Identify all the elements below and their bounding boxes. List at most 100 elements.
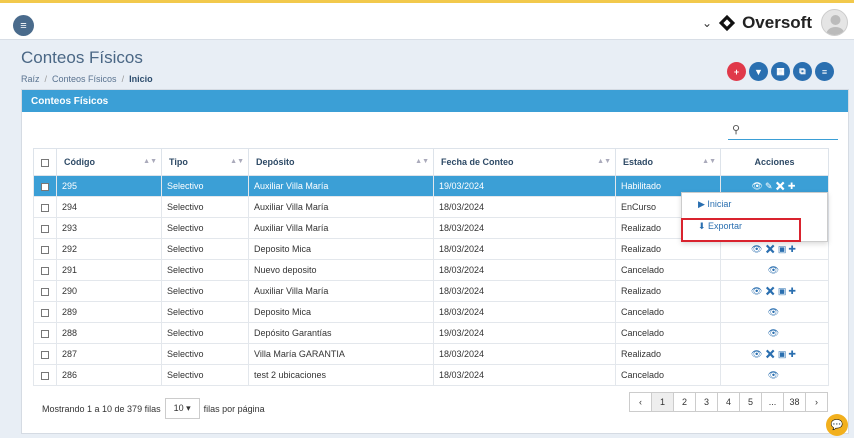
cell-fecha: 18/03/2024: [433, 217, 616, 239]
page-button[interactable]: 5: [739, 392, 762, 412]
cell-tipo: Selectivo: [161, 322, 249, 344]
page-size-select[interactable]: 10 ▾: [164, 398, 200, 419]
main-panel: Conteos Físicos ⚲ Código ▲▼ Tipo ▲▼ Depósi…: [21, 89, 849, 434]
cell-codigo: 294: [56, 196, 162, 218]
col-deposito[interactable]: Depósito ▲▼: [248, 148, 434, 176]
cell-acciones[interactable]: 👁✖▣✚: [720, 280, 829, 302]
row-checkbox[interactable]: [33, 196, 57, 218]
showing-text: Mostrando 1 a 10 de 379 filas: [42, 403, 161, 414]
cell-acciones[interactable]: 👁✖▣✚: [720, 343, 829, 365]
page-button[interactable]: ›: [805, 392, 828, 412]
table-header-row: Código ▲▼ Tipo ▲▼ Depósito ▲▼ Fecha de Cont…: [33, 148, 829, 176]
cell-codigo: 288: [56, 322, 162, 344]
sort-icon: ▲▼: [597, 158, 611, 165]
cell-deposito: Auxiliar Villa María: [248, 217, 434, 239]
cell-estado: Cancelado: [615, 259, 721, 281]
page-button[interactable]: 38: [783, 392, 806, 412]
chat-icon[interactable]: 💬: [826, 414, 848, 436]
row-checkbox[interactable]: [33, 343, 57, 365]
cell-deposito: Auxiliar Villa María: [248, 196, 434, 218]
col-fecha[interactable]: Fecha de Conteo ▲▼: [433, 148, 616, 176]
list-menu-button[interactable]: ≡: [815, 62, 834, 81]
search-icon: ⚲: [732, 124, 741, 136]
cell-tipo: Selectivo: [161, 238, 249, 260]
copy-button[interactable]: ⧉: [793, 62, 812, 81]
cell-fecha: 18/03/2024: [433, 280, 616, 302]
cell-fecha: 18/03/2024: [433, 196, 616, 218]
table-row[interactable]: 286 Selectivo test 2 ubicaciones 18/03/2024…: [33, 364, 829, 386]
sort-icon: ▲▼: [230, 158, 244, 165]
row-checkbox[interactable]: [33, 301, 57, 323]
search-input[interactable]: ⚲: [728, 120, 838, 140]
sort-icon: ▲▼: [702, 158, 716, 165]
table-row[interactable]: 288 Selectivo Depósito Garantías 19/03/2024…: [33, 322, 829, 344]
cell-tipo: Selectivo: [161, 343, 249, 365]
page-button[interactable]: ...: [761, 392, 784, 412]
row-checkbox[interactable]: [33, 259, 57, 281]
page-button[interactable]: 4: [717, 392, 740, 412]
col-tipo[interactable]: Tipo ▲▼: [161, 148, 249, 176]
cell-acciones[interactable]: 👁: [720, 301, 829, 323]
table-row[interactable]: 291 Selectivo Nuevo deposito 18/03/2024 Canc…: [33, 259, 829, 281]
cell-deposito: Villa María GARANTIA: [248, 343, 434, 365]
cell-deposito: Auxiliar Villa María: [248, 280, 434, 302]
cell-estado: Cancelado: [615, 301, 721, 323]
toolbar: + ▼ ▦ ⧉ ≡: [727, 62, 834, 81]
cell-deposito: Deposito Mica: [248, 238, 434, 260]
cell-deposito: Deposito Mica: [248, 301, 434, 323]
cell-tipo: Selectivo: [161, 364, 249, 386]
cell-codigo: 286: [56, 364, 162, 386]
col-estado[interactable]: Estado ▲▼: [615, 148, 721, 176]
cell-fecha: 18/03/2024: [433, 238, 616, 260]
cell-tipo: Selectivo: [161, 217, 249, 239]
menu-icon[interactable]: ≡: [13, 15, 34, 36]
col-codigo[interactable]: Código ▲▼: [56, 148, 162, 176]
page-button[interactable]: 2: [673, 392, 696, 412]
brand[interactable]: ⌄ Oversoft: [702, 13, 812, 33]
cell-estado: Realizado: [615, 280, 721, 302]
breadcrumb-conteos[interactable]: Conteos Físicos: [52, 74, 117, 84]
row-checkbox[interactable]: [33, 364, 57, 386]
rows-per-page-label: filas por página: [203, 403, 265, 414]
cell-acciones[interactable]: 👁: [720, 259, 829, 281]
cell-codigo: 287: [56, 343, 162, 365]
avatar[interactable]: [821, 9, 848, 36]
row-checkbox[interactable]: [33, 217, 57, 239]
select-all-checkbox[interactable]: [33, 148, 57, 176]
table-row[interactable]: 290 Selectivo Auxiliar Villa María 18/03/20…: [33, 280, 829, 302]
breadcrumb-separator: /: [44, 74, 48, 84]
counts-table: Código ▲▼ Tipo ▲▼ Depósito ▲▼ Fecha de Cont…: [33, 148, 829, 386]
breadcrumb: Raíz / Conteos Físicos / Inicio: [21, 74, 153, 84]
pagination: ‹ 1 2 3 4 5... 38 ›: [629, 392, 828, 412]
cell-deposito: Auxiliar Villa María: [248, 175, 434, 197]
row-checkbox[interactable]: [33, 238, 57, 260]
cell-codigo: 292: [56, 238, 162, 260]
oversoft-logo: [718, 14, 736, 32]
chevron-down-icon[interactable]: ⌄: [702, 16, 712, 30]
page-button[interactable]: 3: [695, 392, 718, 412]
table-row[interactable]: 289 Selectivo Deposito Mica 18/03/2024 Cance…: [33, 301, 829, 323]
cell-estado: Cancelado: [615, 364, 721, 386]
row-checkbox[interactable]: [33, 280, 57, 302]
cell-tipo: Selectivo: [161, 259, 249, 281]
cell-codigo: 295: [56, 175, 162, 197]
menu-item-iniciar[interactable]: ▶ Iniciar: [682, 193, 827, 215]
cell-acciones[interactable]: 👁: [720, 364, 829, 386]
row-checkbox[interactable]: [33, 175, 57, 197]
cell-deposito: Depósito Garantías: [248, 322, 434, 344]
filter-button[interactable]: ▼: [749, 62, 768, 81]
page-button[interactable]: 1: [651, 392, 674, 412]
cell-estado: Realizado: [615, 343, 721, 365]
cell-acciones[interactable]: 👁: [720, 322, 829, 344]
row-checkbox[interactable]: [33, 322, 57, 344]
add-button[interactable]: +: [727, 62, 746, 81]
cell-codigo: 289: [56, 301, 162, 323]
cell-fecha: 18/03/2024: [433, 259, 616, 281]
breadcrumb-root[interactable]: Raíz: [21, 74, 40, 84]
cell-fecha: 18/03/2024: [433, 364, 616, 386]
cell-codigo: 293: [56, 217, 162, 239]
cell-deposito: test 2 ubicaciones: [248, 364, 434, 386]
page-button[interactable]: ‹: [629, 392, 652, 412]
table-row[interactable]: 287 Selectivo Villa María GARANTIA 18/03/20…: [33, 343, 829, 365]
columns-button[interactable]: ▦: [771, 62, 790, 81]
